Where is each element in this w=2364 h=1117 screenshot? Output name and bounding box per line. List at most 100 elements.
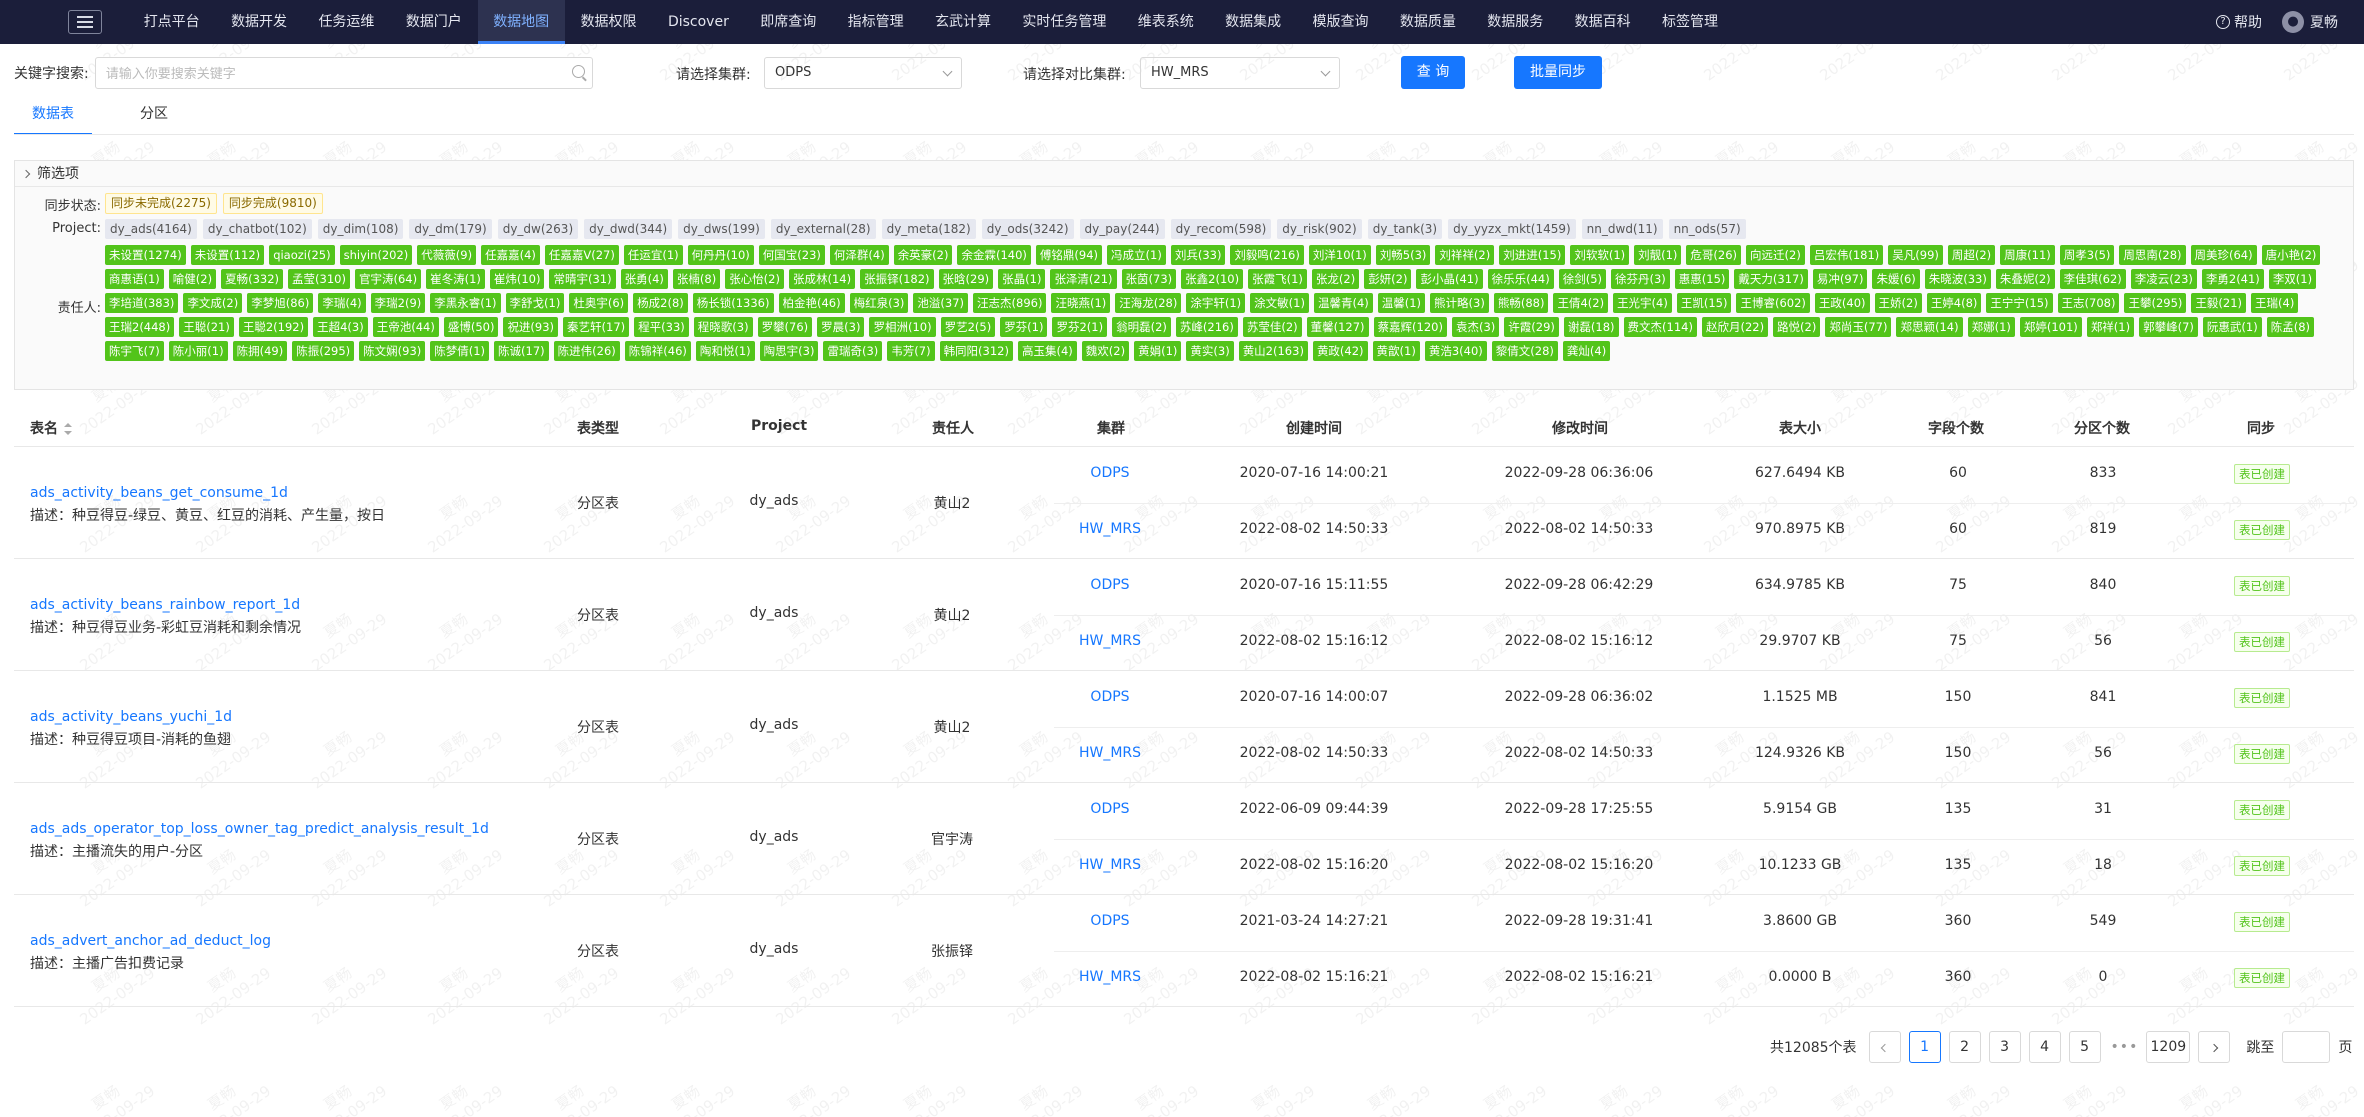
- nav-item[interactable]: 数据开发: [215, 0, 302, 44]
- table-cluster-cell[interactable]: HW_MRS: [1079, 857, 1141, 873]
- owner-chip[interactable]: 程平(33): [634, 317, 689, 337]
- query-button[interactable]: 查 询: [1401, 56, 1465, 89]
- owner-chip[interactable]: 陈宇飞(7): [105, 341, 164, 361]
- owner-chip[interactable]: 龚灿(4): [1562, 341, 1611, 361]
- nav-item[interactable]: 标签管理: [1646, 0, 1733, 44]
- owner-chip[interactable]: 杨长锁(1336): [692, 293, 774, 313]
- owner-chip[interactable]: 郑婷(101): [2019, 317, 2082, 337]
- project-chip[interactable]: dy_risk(902): [1277, 219, 1362, 239]
- project-chip[interactable]: dy_yyzx_mkt(1459): [1448, 219, 1576, 239]
- project-chip[interactable]: dy_tank(3): [1367, 219, 1443, 239]
- pagination-ellipsis[interactable]: •••: [2111, 1039, 2139, 1055]
- owner-chip[interactable]: 蔡嘉辉(120): [1373, 317, 1447, 337]
- project-chip[interactable]: dy_dws(199): [678, 219, 765, 239]
- owner-chip[interactable]: 张龙(2): [1311, 269, 1360, 289]
- owner-chip[interactable]: 雷瑞奇(3): [823, 341, 883, 361]
- owner-chip[interactable]: 程晓歌(3): [693, 317, 753, 337]
- owner-chip[interactable]: 唐小艳(2): [2261, 245, 2321, 265]
- owner-chip[interactable]: 黄歆(1): [1372, 341, 1420, 361]
- table-cluster-cell[interactable]: HW_MRS: [1079, 633, 1141, 649]
- table-cluster-cell[interactable]: HW_MRS: [1079, 745, 1141, 761]
- owner-chip[interactable]: 汪海龙(28): [1115, 293, 1182, 313]
- project-chip[interactable]: dy_ads(4164): [105, 219, 197, 239]
- page-button[interactable]: 3: [1988, 1031, 2021, 1063]
- owner-chip[interactable]: 翁明磊(2): [1112, 317, 1171, 337]
- keyword-search-input[interactable]: [94, 57, 593, 89]
- cluster-select[interactable]: ODPS: [764, 57, 962, 89]
- owner-chip[interactable]: 吴凡(99): [1888, 245, 1943, 265]
- owner-chip[interactable]: 苏莹佳(2): [1242, 317, 1302, 337]
- owner-chip[interactable]: 罗相洲(10): [869, 317, 936, 337]
- project-chip[interactable]: nn_dwd(11): [1581, 219, 1663, 239]
- project-chip[interactable]: nn_ods(57): [1668, 219, 1746, 239]
- owner-chip[interactable]: 张茵(73): [1121, 269, 1177, 289]
- column-header-name[interactable]: 表名: [30, 418, 72, 438]
- owner-chip[interactable]: 冯成立(1): [1107, 245, 1166, 265]
- batch-sync-button[interactable]: 批量同步: [1514, 56, 1602, 89]
- owner-chip[interactable]: 张心怡(2): [725, 269, 784, 289]
- sync-status-chip[interactable]: 同步未完成(2275): [105, 193, 217, 214]
- owner-chip[interactable]: 朱晓波(33): [1924, 269, 1991, 289]
- owner-chip[interactable]: 陈进伟(26): [553, 341, 620, 361]
- owner-chip[interactable]: 陈孟(8): [2266, 317, 2314, 337]
- owner-chip[interactable]: 王攀(295): [2124, 293, 2187, 313]
- owner-chip[interactable]: 李梦旭(86): [247, 293, 314, 313]
- owner-chip[interactable]: 刘进进(15): [1499, 245, 1566, 265]
- owner-chip[interactable]: 王毅(21): [2191, 293, 2247, 313]
- owner-chip[interactable]: 熊畅(88): [1493, 293, 1549, 313]
- owner-chip[interactable]: 刘靓(1): [1634, 245, 1682, 265]
- owner-chip[interactable]: 张振铎(182): [860, 269, 934, 289]
- owner-chip[interactable]: 吕宏伟(181): [1809, 245, 1884, 265]
- owner-chip[interactable]: 崔冬涛(1): [426, 269, 485, 289]
- owner-chip[interactable]: 杨成2(8): [633, 293, 688, 313]
- jump-page-input[interactable]: [2282, 1031, 2331, 1063]
- owner-chip[interactable]: 李黑永睿(1): [430, 293, 501, 313]
- tab-partitions[interactable]: 分区: [122, 100, 186, 135]
- owner-chip[interactable]: 盛博(50): [443, 317, 499, 337]
- owner-chip[interactable]: 温馨青(4): [1313, 293, 1373, 313]
- owner-chip[interactable]: 梅红泉(3): [849, 293, 909, 313]
- owner-chip[interactable]: 刘软软(1): [1570, 245, 1630, 265]
- nav-item[interactable]: 数据质量: [1384, 0, 1471, 44]
- owner-chip[interactable]: 罗攀(76): [757, 317, 813, 337]
- owner-chip[interactable]: 陈梦倩(1): [430, 341, 490, 361]
- owner-chip[interactable]: 陈文娴(93): [359, 341, 426, 361]
- owner-chip[interactable]: 赵欣月(22): [1701, 317, 1769, 337]
- table-cluster-cell[interactable]: ODPS: [1090, 577, 1129, 593]
- owner-chip[interactable]: 徐乐乐(44): [1487, 269, 1554, 289]
- owner-chip[interactable]: 李舒戈(1): [505, 293, 565, 313]
- nav-item[interactable]: 实时任务管理: [1007, 0, 1122, 44]
- owner-chip[interactable]: 涂文敏(1): [1250, 293, 1309, 313]
- owner-chip[interactable]: 韩同阳(312): [939, 341, 1013, 361]
- owner-chip[interactable]: 张成林(14): [788, 269, 856, 289]
- sync-status-chip[interactable]: 同步完成(9810): [222, 193, 323, 214]
- owner-chip[interactable]: 余金霖(140): [957, 245, 1031, 265]
- nav-item[interactable]: 玄武计算: [919, 0, 1006, 44]
- table-cluster-cell[interactable]: ODPS: [1090, 465, 1129, 481]
- owner-chip[interactable]: 陈诚(17): [494, 341, 549, 361]
- page-button[interactable]: 1: [1908, 1031, 1941, 1063]
- page-button[interactable]: 4: [2028, 1031, 2061, 1063]
- owner-chip[interactable]: 张霞飞(1): [1248, 269, 1307, 289]
- owner-chip[interactable]: 徐剑(5): [1558, 269, 1606, 289]
- owner-chip[interactable]: 王博睿(602): [1736, 293, 1810, 313]
- owner-chip[interactable]: 杜奥宇(6): [569, 293, 629, 313]
- owner-chip[interactable]: 徐芬丹(3): [1611, 269, 1670, 289]
- nav-item[interactable]: 模版查询: [1297, 0, 1384, 44]
- owner-chip[interactable]: 王婷4(8): [1926, 293, 1982, 313]
- owner-chip[interactable]: 周思南(28): [2119, 245, 2186, 265]
- nav-item[interactable]: Discover: [652, 0, 744, 44]
- page-button[interactable]: 5: [2068, 1031, 2101, 1063]
- sort-icon[interactable]: [64, 423, 72, 435]
- owner-chip[interactable]: 罗晨(3): [817, 317, 865, 337]
- nav-item[interactable]: 即席查询: [745, 0, 832, 44]
- owner-chip[interactable]: 张勇(4): [620, 269, 668, 289]
- owner-chip[interactable]: 刘兵(33): [1170, 245, 1226, 265]
- owner-chip[interactable]: 陶和悦(1): [695, 341, 755, 361]
- owner-chip[interactable]: 秦艺轩(17): [563, 317, 630, 337]
- owner-chip[interactable]: 陶思宇(3): [759, 341, 819, 361]
- owner-chip[interactable]: 余英豪(2): [893, 245, 953, 265]
- owner-chip[interactable]: 苏峰(216): [1175, 317, 1238, 337]
- nav-item[interactable]: 打点平台: [128, 0, 215, 44]
- owner-chip[interactable]: 李瑞2(9): [370, 293, 426, 313]
